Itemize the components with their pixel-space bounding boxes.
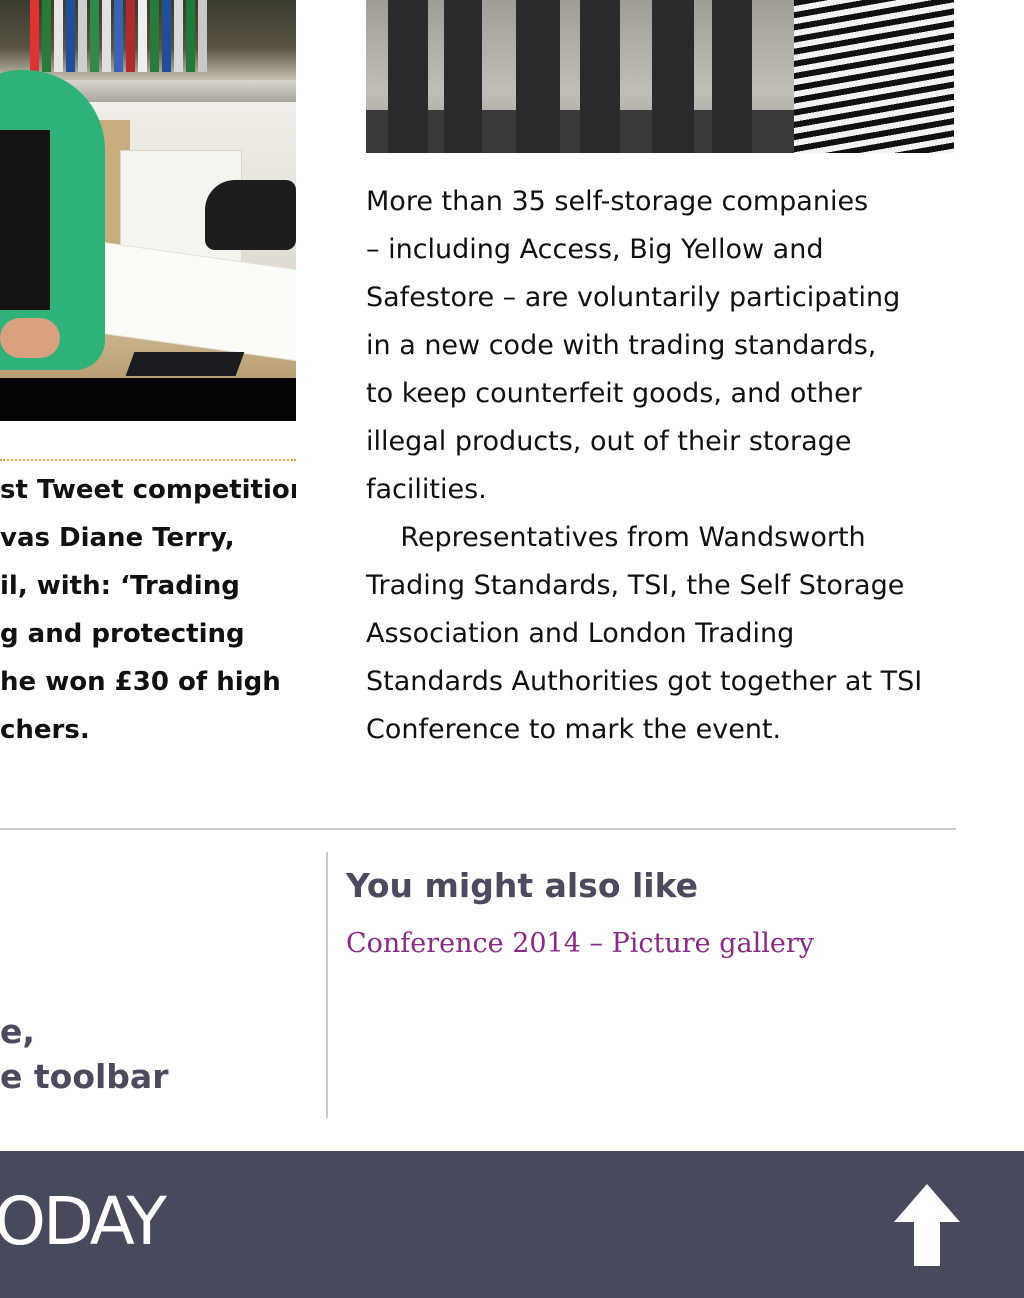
arrow-up-icon xyxy=(894,1184,960,1266)
toolbar-hint-line-1: e, xyxy=(0,1012,35,1051)
body-line: Standards Authorities got together at TS… xyxy=(366,666,923,697)
body-line: – including Access, Big Yellow and xyxy=(366,234,824,265)
toolbar-hint-text-2: e toolbar xyxy=(0,1057,169,1096)
body-line: Representatives from Wandsworth xyxy=(366,522,866,553)
body-line: Trading Standards, TSI, the Self Storage xyxy=(366,570,905,601)
related-heading: You might also like xyxy=(346,866,699,905)
footer-brand: ODAY xyxy=(0,1183,167,1260)
caption-line: st Tweet competition xyxy=(0,475,296,505)
group-photo xyxy=(366,0,954,153)
body-line: Association and London Trading xyxy=(366,618,795,649)
body-line: illegal products, out of their storage xyxy=(366,426,852,457)
body-line: in a new code with trading standards, xyxy=(366,330,877,361)
toolbar-hint-text-1: e, xyxy=(0,1012,35,1051)
body-line: More than 35 self-storage companies xyxy=(366,186,869,217)
back-to-top-button[interactable] xyxy=(894,1184,960,1266)
caption-line: vas Diane Terry, xyxy=(0,523,235,553)
body-line: Conference to mark the event. xyxy=(366,714,782,745)
caption-line: he won £30 of high xyxy=(0,667,281,697)
caption-line: g and protecting xyxy=(0,619,245,649)
toolbar-hint-line-2: e toolbar xyxy=(0,1057,168,1096)
section-divider xyxy=(0,828,956,830)
office-photo xyxy=(0,0,296,421)
photo-caption: st Tweet competition vas Diane Terry, il… xyxy=(0,470,296,758)
body-line: Safestore – are voluntarily participatin… xyxy=(366,282,901,313)
body-line: to keep counterfeit goods, and other xyxy=(366,378,862,409)
caption-line: chers. xyxy=(0,715,90,745)
caption-divider xyxy=(0,459,296,461)
caption-line: il, with: ‘Trading xyxy=(0,571,240,601)
body-line: facilities. xyxy=(366,474,487,505)
column-divider xyxy=(326,852,328,1118)
related-link-picture-gallery[interactable]: Conference 2014 – Picture gallery xyxy=(346,928,814,959)
article-body: More than 35 self-storage companies – in… xyxy=(366,178,986,754)
